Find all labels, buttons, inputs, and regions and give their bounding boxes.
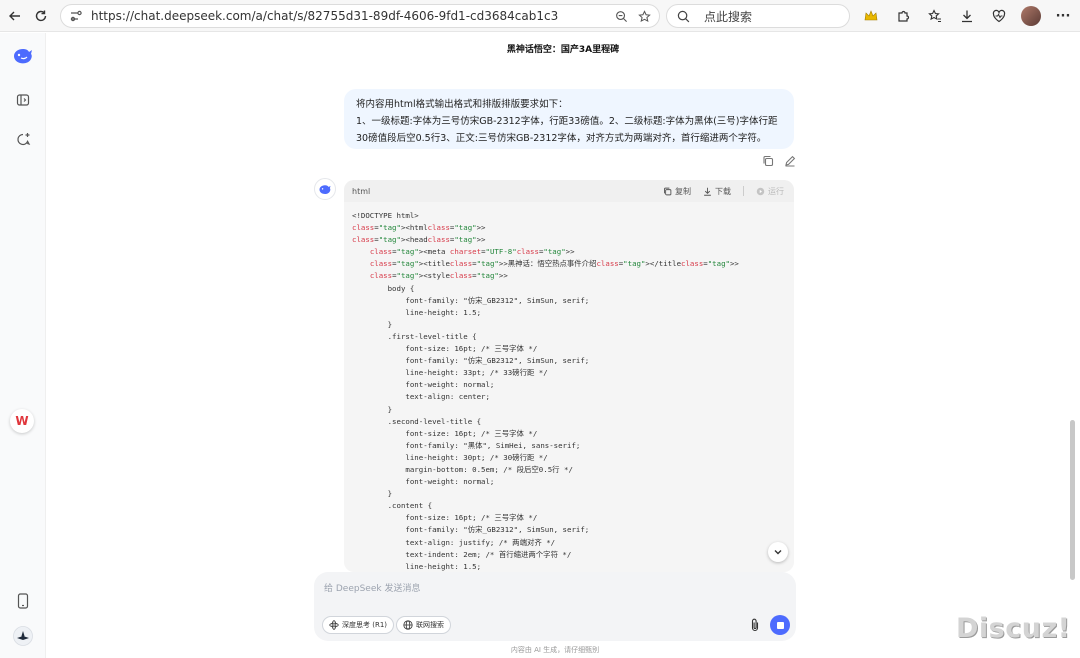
search-placeholder: 点此搜索 [704,9,753,24]
deep-think-label: 深度思考 (R1) [342,621,388,629]
code-line: body { [352,283,415,293]
web-search-label: 联网搜索 [416,621,444,629]
code-line: font-size: 16pt; /* 三号字体 */ [352,344,538,354]
wps-extension-icon[interactable]: W [10,409,34,433]
user-message-line: 30磅值段后空0.5行3、正文:三号仿宋GB-2312字体，对齐方式为两端对齐，… [356,133,767,144]
code-line: } [352,319,393,329]
copy-icon [664,187,672,195]
zoom-icon[interactable] [615,10,628,23]
code-line: text-align: center; [352,392,490,402]
code-line: .second-level-title { [352,416,482,426]
site-info-icon[interactable] [69,9,83,23]
globe-icon [403,620,413,630]
code-line: text-align: justify; /* 两端对齐 */ [352,537,556,547]
new-chat-icon[interactable] [12,128,34,150]
message-composer[interactable]: 给 DeepSeek 发送消息 深度思考 (R1) 联网搜索 [314,572,796,641]
code-line: class="tag"><meta charset="UTF-8"class="… [369,247,575,257]
user-message: 将内容用html格式输出格式和排版排版要求如下： 1、一级标题:字体为三号仿宋G… [344,89,794,149]
downloads-icon[interactable] [956,5,978,27]
browser-essentials-icon[interactable] [988,5,1010,27]
user-message-actions [762,155,796,167]
divider [743,186,744,196]
code-line: text-indent: 2em; /* 首行缩进两个字符 */ [352,549,572,559]
download-code-button[interactable]: 下载 [703,186,731,197]
mobile-app-icon[interactable] [12,590,34,612]
user-message-line: 1、一级标题:字体为三号仿宋GB-2312字体，行距33磅值。2、二级标题:字体… [356,116,778,127]
code-language-label: html [352,186,371,196]
code-line: line-height: 1.5; [352,307,482,317]
atom-icon [329,620,339,630]
page-scrollbar[interactable] [1070,420,1075,580]
refresh-icon[interactable] [30,5,52,27]
favorites-icon[interactable] [924,5,946,27]
code-line: } [352,489,393,499]
code-line: font-size: 16pt; /* 三号字体 */ [352,428,538,438]
code-line: margin-bottom: 0.5em; /* 段后空0.5行 */ [352,464,573,474]
code-line: font-family: "仿宋_GB2312", SimSun, serif; [352,525,590,535]
deep-think-toggle[interactable]: 深度思考 (R1) [322,616,395,634]
copy-code-button[interactable]: 复制 [663,186,691,197]
paperclip-icon [751,618,759,632]
code-line: font-family: "仿宋_GB2312", SimSun, serif; [352,356,590,366]
chevron-down-icon [774,550,782,555]
copy-code-label: 复制 [675,186,691,196]
extensions-puzzle-icon[interactable] [892,5,914,27]
message-input[interactable]: 给 DeepSeek 发送消息 [324,581,420,594]
code-line: class="tag"><styleclass="tag">> [369,271,508,281]
play-icon [756,187,765,195]
address-bar[interactable]: https://chat.deepseek.com/a/chat/s/82755… [60,4,660,28]
download-icon [704,187,711,196]
sidebar: W [0,33,46,658]
extension-crown-icon[interactable] [860,5,882,27]
code-content: <!DOCTYPE html> class="tag"><htmlclass="t… [344,202,794,572]
code-line: font-family: "仿宋_GB2312", SimSun, serif; [352,295,590,305]
code-line: } [352,404,393,414]
search-icon [677,10,690,22]
browser-search-box[interactable]: 点此搜索 [666,4,850,28]
code-line: font-family: "黑体", SimHei, sans-serif; [352,440,581,450]
user-message-line: 将内容用html格式输出格式和排版排版要求如下： [356,99,568,110]
code-line: font-size: 16pt; /* 三号字体 */ [352,513,538,523]
watermark: Discuz! [956,613,1071,644]
deepseek-logo-icon[interactable] [11,44,35,68]
code-line: <!DOCTYPE html> [352,211,419,220]
stop-icon [776,621,784,629]
web-search-toggle[interactable]: 联网搜索 [396,616,451,634]
code-block: html 复制 下载 运行 <!DOCTYPE html> class="tag"… [344,180,794,572]
attach-file-button[interactable] [746,616,764,634]
code-line: class="tag"><headclass="tag">> [352,235,486,245]
code-line: class="tag"><htmlclass="tag">> [352,223,486,233]
code-line: line-height: 33pt; /* 33磅行距 */ [352,368,548,378]
run-code-button[interactable]: 运行 [756,186,784,197]
url-text: https://chat.deepseek.com/a/chat/s/82755… [91,9,559,23]
run-code-label: 运行 [768,186,784,196]
more-menu-icon[interactable]: ··· [1052,5,1074,27]
user-avatar[interactable] [12,625,34,647]
scroll-to-bottom-button[interactable] [768,542,788,562]
code-line: line-height: 1.5; [352,561,482,571]
chat-title: 黑神话悟空：国产3A里程碑 [506,45,620,55]
code-line: line-height: 30pt; /* 30磅行距 */ [352,452,548,462]
code-line: class="tag"><titleclass="tag">>黑神话：悟空热点事… [369,259,739,269]
stop-generation-button[interactable] [770,615,790,635]
browser-toolbar: https://chat.deepseek.com/a/chat/s/82755… [0,0,1080,32]
favorite-star-icon[interactable] [638,9,651,23]
copy-icon[interactable] [762,155,774,167]
code-line: .content { [352,501,433,511]
back-icon[interactable] [4,5,26,27]
sidebar-toggle-icon[interactable] [12,89,34,111]
assistant-avatar [314,178,336,200]
code-line: font-weight: normal; [352,477,495,487]
code-block-header: html 复制 下载 运行 [344,180,794,202]
browser-extensions: ··· [860,5,1080,27]
profile-avatar[interactable] [1020,5,1042,27]
ai-disclaimer: 内容由 AI 生成，请仔细甄别 [510,646,600,654]
code-line: font-weight: normal; [352,380,495,390]
code-line: .first-level-title { [352,331,477,341]
download-code-label: 下载 [715,186,731,196]
edit-icon[interactable] [784,155,796,167]
